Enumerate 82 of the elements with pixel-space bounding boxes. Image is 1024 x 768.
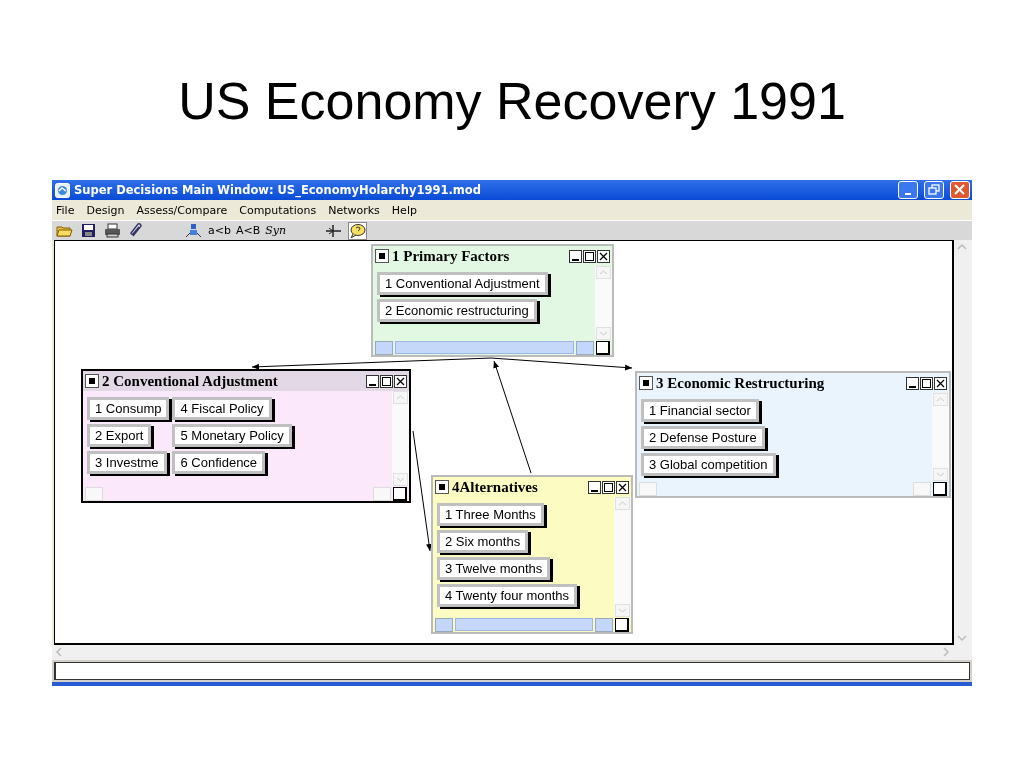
close-icon [617,481,628,493]
resize-corner-icon[interactable] [615,617,629,632]
toolbar-button[interactable]: A<B [235,224,261,237]
horizontal-scrollbar[interactable] [85,487,391,500]
cluster-window[interactable]: 1 Primary Factors 1 Conventional Adjustment 2 Economic restructuring [371,244,614,357]
toolbar-button[interactable]: Syn [265,224,287,237]
node-button[interactable]: 2 Economic restructuring [377,299,537,322]
close-icon [954,184,966,196]
window-title: Super Decisions Main Window: US_EconomyHolarchy1991.mod [74,183,482,197]
minimize-button[interactable] [906,376,919,390]
window-menu-icon[interactable] [85,374,99,388]
restore-button[interactable] [924,181,944,199]
window-menu-icon[interactable] [639,376,653,390]
maximize-button[interactable] [583,249,596,263]
maximize-icon [603,481,614,493]
slide-title: US Economy Recovery 1991 [178,71,846,132]
cluster-title: 4Alternatives [452,478,539,496]
maximize-button[interactable] [920,376,933,390]
node-button[interactable]: 1 Conventional Adjustment [377,272,548,295]
node-button[interactable]: 1 Consump [87,397,170,420]
resize-corner-icon[interactable] [933,481,947,496]
minimize-button[interactable] [366,374,379,388]
menu-item[interactable]: Design [86,203,125,217]
node-button[interactable]: 3 Twelve months [437,557,551,580]
resize-corner-icon[interactable] [393,486,407,501]
close-button[interactable] [616,480,629,494]
horizontal-scrollbar[interactable] [639,482,931,495]
cluster-title: 2 Conventional Adjustment [102,372,279,390]
menu-item[interactable]: Help [391,203,417,217]
window-menu-icon[interactable] [435,480,449,494]
minimize-icon [369,383,376,386]
paperclip-icon[interactable] [128,223,145,238]
toolbar-button[interactable]: a<b [208,224,231,237]
maximize-icon [584,250,595,262]
crosshair-icon[interactable] [325,223,343,238]
menu-item[interactable]: Computations [239,203,317,217]
maximize-icon [381,375,392,387]
close-button[interactable] [934,376,947,390]
minimize-icon [572,258,579,261]
node-button[interactable]: 5 Monetary Policy [172,424,292,447]
node-button[interactable]: 3 Investme [87,451,167,474]
resize-corner-icon[interactable] [596,340,610,355]
node-button[interactable]: 1 Financial sector [641,399,759,422]
menu-item[interactable]: File [56,203,75,217]
printer-icon[interactable] [104,223,121,238]
minimize-button[interactable] [588,480,601,494]
menu-item[interactable]: Networks [328,203,380,217]
node-button[interactable]: 2 Export [87,424,152,447]
close-icon [395,375,406,387]
maximize-icon [921,377,932,389]
horizontal-scrollbar[interactable] [375,341,594,354]
cluster-title: 3 Economic Restructuring [656,374,826,392]
minimize-icon [909,385,916,388]
close-icon [935,377,946,389]
cluster-window[interactable]: 3 Economic Restructuring 1 Financial sector 2 Defense Posture 3 Global competition [635,371,951,498]
minimize-button[interactable] [569,249,582,263]
menu-item[interactable]: Assess/Compare [136,203,228,217]
horizontal-scrollbar[interactable] [435,618,613,631]
cluster-window[interactable]: 2 Conventional Adjustment 1 Consump 2 Export 3 Investme 4 Fiscal Policy 5 Monetary Policy 6 Confidence [81,369,411,503]
close-button[interactable] [394,374,407,388]
hierarchy-icon[interactable] [185,223,202,238]
cluster-title: 1 Primary Factors [392,247,511,265]
minimize-icon [591,489,598,492]
cluster-window[interactable]: 4Alternatives 1 Three Months 2 Six months 3 Twelve months 4 Twenty four months [431,475,633,634]
node-button[interactable]: 3 Global competition [641,453,776,476]
close-button[interactable] [597,249,610,263]
folder-icon[interactable] [56,223,73,238]
node-button[interactable]: 2 Six months [437,530,529,553]
node-button[interactable]: 1 Three Months [437,503,544,526]
save-icon[interactable] [80,223,97,238]
maximize-button[interactable] [602,480,615,494]
help-balloon-icon[interactable] [348,221,368,240]
app-icon [55,182,70,198]
node-button[interactable]: 4 Twenty four months [437,584,578,607]
node-button[interactable]: 4 Fiscal Policy [172,397,272,420]
node-button[interactable]: 6 Confidence [172,451,266,474]
close-icon [598,250,609,262]
window-menu-icon[interactable] [375,249,389,263]
restore-icon [928,184,940,196]
node-button[interactable]: 2 Defense Posture [641,426,765,449]
minimize-icon [905,192,911,195]
maximize-button[interactable] [380,374,393,388]
